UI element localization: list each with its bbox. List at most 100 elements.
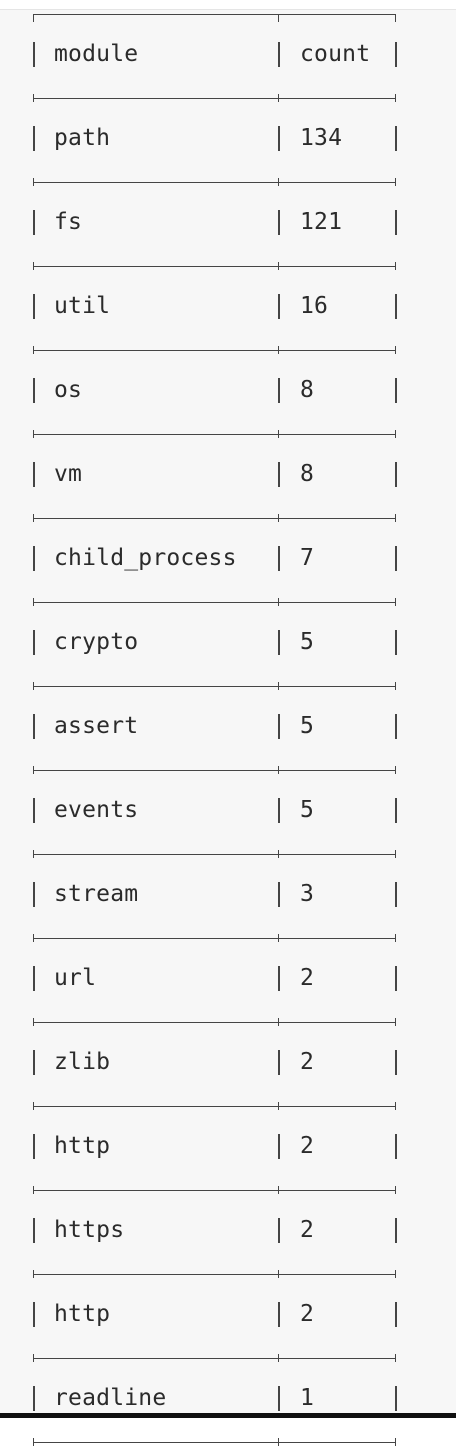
table-junction [33, 1186, 34, 1194]
module-cell: vm [54, 461, 83, 487]
column-separator [278, 462, 280, 487]
module-cell: fs [54, 209, 83, 235]
table-junction [395, 262, 396, 270]
table-junction [395, 1270, 396, 1278]
table-junction [395, 1018, 396, 1026]
count-cell: 2 [300, 1133, 315, 1159]
column-separator [395, 546, 397, 571]
row-separator [33, 854, 395, 855]
column-separator [33, 1218, 35, 1243]
table-junction [395, 94, 396, 102]
column-separator [33, 714, 35, 739]
table-junction [278, 346, 279, 354]
count-cell: 5 [300, 797, 315, 823]
module-cell: http [54, 1301, 111, 1327]
table-junction [278, 1270, 279, 1278]
row-separator [33, 1190, 395, 1191]
table-junction [278, 682, 279, 690]
count-cell: 2 [300, 1049, 315, 1075]
table-junction [395, 514, 396, 522]
table-junction [278, 850, 279, 858]
column-separator [33, 630, 35, 655]
column-separator [395, 210, 397, 235]
table-junction [33, 1270, 34, 1278]
row-separator [33, 938, 395, 939]
column-separator [33, 294, 35, 319]
table-junction [278, 1354, 279, 1362]
column-separator [278, 798, 280, 823]
table-junction [395, 1438, 396, 1446]
table-junction [33, 514, 34, 522]
table-junction [395, 1354, 396, 1362]
row-separator [33, 1274, 395, 1275]
table-junction [278, 598, 279, 606]
column-separator [33, 210, 35, 235]
column-separator [395, 882, 397, 907]
row-separator [33, 434, 395, 435]
column-separator [278, 126, 280, 151]
table-junction [278, 1186, 279, 1194]
column-separator [278, 1218, 280, 1243]
row-separator [33, 182, 395, 183]
module-cell: child_process [54, 545, 237, 571]
module-cell: util [54, 293, 111, 319]
table-junction [395, 682, 396, 690]
table-junction [278, 1438, 279, 1446]
column-separator [278, 1302, 280, 1327]
column-separator [395, 798, 397, 823]
table-junction [395, 934, 396, 942]
module-cell: os [54, 377, 83, 403]
row-separator [33, 1442, 395, 1443]
module-cell: path [54, 125, 111, 151]
column-separator [395, 42, 397, 67]
column-separator [33, 798, 35, 823]
table-junction [278, 262, 279, 270]
table-junction [278, 430, 279, 438]
table-junction [33, 682, 34, 690]
column-separator [278, 630, 280, 655]
table-junction [33, 1438, 34, 1446]
column-separator [33, 1050, 35, 1075]
table-junction [278, 514, 279, 522]
column-separator [33, 966, 35, 991]
column-separator [395, 630, 397, 655]
table-junction [33, 1018, 34, 1026]
table-junction [33, 94, 34, 102]
column-separator [278, 1386, 280, 1411]
column-separator [33, 42, 35, 67]
row-separator [33, 602, 395, 603]
module-cell: http [54, 1133, 111, 1159]
bottom-edge [0, 1413, 456, 1418]
row-separator [33, 518, 395, 519]
table-top-border [33, 14, 395, 15]
count-cell: 1 [300, 1385, 315, 1411]
ascii-module-count-table: module count path 134 fs 121 util 16 os 8 vm 8 chi… [0, 10, 456, 1446]
table-junction [33, 598, 34, 606]
column-separator [395, 1218, 397, 1243]
table-junction [33, 1354, 34, 1362]
table-junction [395, 430, 396, 438]
table-junction [33, 1102, 34, 1110]
row-separator [33, 686, 395, 687]
column-separator [395, 714, 397, 739]
column-separator [278, 966, 280, 991]
column-separator [395, 1386, 397, 1411]
column-separator [395, 462, 397, 487]
module-cell: events [54, 797, 139, 823]
header-module: module [54, 41, 139, 67]
column-separator [33, 378, 35, 403]
row-separator [33, 98, 395, 99]
table-junction [33, 934, 34, 942]
module-cell: zlib [54, 1049, 111, 1075]
column-separator [395, 1050, 397, 1075]
column-separator [278, 210, 280, 235]
table-junction [33, 346, 34, 354]
column-separator [33, 462, 35, 487]
column-separator [278, 882, 280, 907]
table-junction [278, 1102, 279, 1110]
table-junction [395, 1102, 396, 1110]
table-junction [395, 346, 396, 354]
column-separator [278, 546, 280, 571]
table-junction [33, 850, 34, 858]
count-cell: 5 [300, 713, 315, 739]
